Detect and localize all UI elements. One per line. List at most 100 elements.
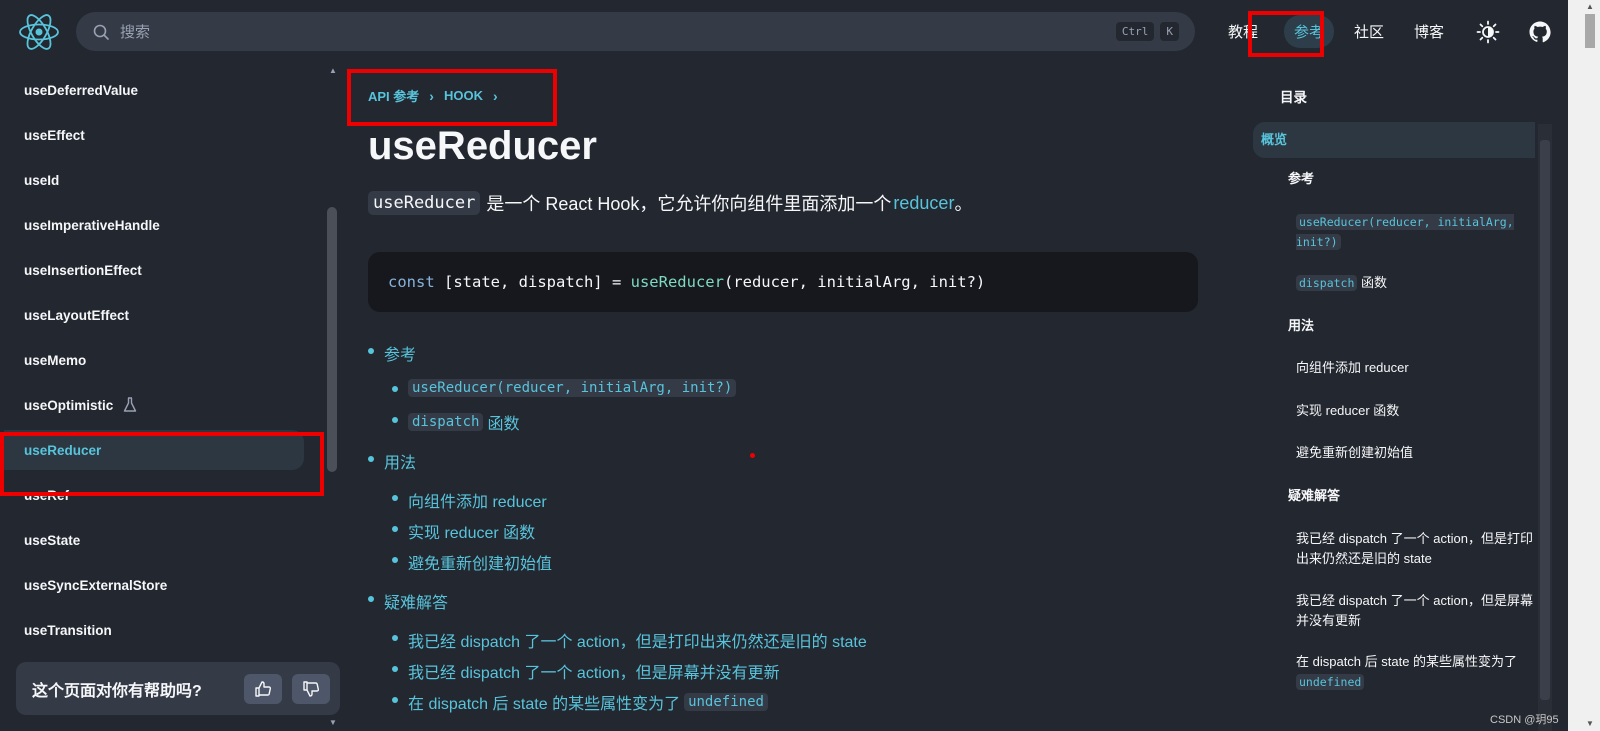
intro-code: useReducer	[368, 191, 481, 215]
bullet	[392, 417, 398, 423]
sidebar-item-usetransition[interactable]: useTransition	[4, 610, 304, 650]
sidebar-scrollbar[interactable]	[327, 207, 337, 472]
rtoc-overview[interactable]: 概览	[1253, 122, 1535, 158]
sidebar-item-usememo[interactable]: useMemo	[4, 340, 304, 380]
code-function: useReducer	[630, 273, 724, 291]
signature-code-block: const [state, dispatch] = useReducer (re…	[368, 252, 1198, 312]
toc-link-usage-1[interactable]: 向组件添加 reducer	[392, 488, 547, 512]
bullet	[392, 557, 398, 563]
rtoc-code: undefined	[1296, 674, 1365, 690]
nav-community[interactable]: 社区	[1354, 15, 1384, 48]
rtoc-usage-1[interactable]: 向组件添加 reducer	[1296, 358, 1409, 378]
rtoc-usage-2[interactable]: 实现 reducer 函数	[1296, 401, 1399, 421]
intro-paragraph: useReducer 是一个 React Hook，它允许你向组件里面添加一个 …	[368, 190, 972, 216]
rtoc-label: 在 dispatch 后 state 的某些属性变为了	[1296, 654, 1518, 669]
rtoc-reference[interactable]: 参考	[1288, 169, 1314, 189]
search-input[interactable]: 搜索 Ctrl K	[76, 12, 1195, 51]
main-content: API 参考 › HOOK › useReducer useReducer 是一…	[340, 62, 1240, 731]
toc-link-signature[interactable]: useReducer(reducer, initialArg, init?)	[392, 379, 740, 397]
feedback-panel: 这个页面对你有帮助吗?	[16, 662, 340, 715]
bullet	[392, 526, 398, 532]
bullet	[392, 666, 398, 672]
sidebar-item-useid[interactable]: useId	[4, 160, 304, 200]
toc-link-dispatch[interactable]: dispatch 函数	[392, 410, 519, 434]
sidebar-scroll-up-icon[interactable]: ▲	[329, 66, 337, 75]
toc-link-label: 我已经 dispatch 了一个 action，但是打印出来仍然还是旧的 sta…	[408, 634, 867, 651]
thumbs-down-button[interactable]	[292, 673, 330, 704]
toc-link-label: 实现 reducer 函数	[408, 525, 536, 542]
shortcut-k: K	[1160, 22, 1179, 41]
bullet	[368, 456, 374, 462]
feedback-question: 这个页面对你有帮助吗?	[32, 682, 202, 700]
rtoc-usage[interactable]: 用法	[1288, 316, 1314, 336]
toc-link-code: useReducer(reducer, initialArg, init?)	[408, 379, 737, 397]
bullet	[392, 386, 398, 392]
toc-link-trouble-1[interactable]: 我已经 dispatch 了一个 action，但是打印出来仍然还是旧的 sta…	[392, 628, 867, 652]
sidebar-scroll-down-icon[interactable]: ▼	[329, 718, 337, 727]
rtoc-trouble-1[interactable]: 我已经 dispatch 了一个 action，但是打印出来仍然还是旧的 sta…	[1296, 529, 1536, 569]
toc-link-usage-3[interactable]: 避免重新创建初始值	[392, 550, 553, 574]
rtoc-trouble-3[interactable]: 在 dispatch 后 state 的某些属性变为了 undefined	[1296, 652, 1536, 692]
toc-link-label: 在 dispatch 后 state 的某些属性变为了	[408, 696, 681, 713]
sidebar-item-uselayouteffect[interactable]: useLayoutEffect	[4, 295, 304, 335]
sidebar-item-usesyncexternalstore[interactable]: useSyncExternalStore	[4, 565, 304, 605]
thumbs-up-button[interactable]	[244, 673, 282, 704]
code-args: (reducer, initialArg, init?)	[723, 273, 986, 291]
bullet	[368, 348, 374, 354]
toc-link-label: 向组件添加 reducer	[408, 494, 547, 511]
sidebar-item-useeffect[interactable]: useEffect	[4, 115, 304, 155]
highlight-box-sidebar	[0, 432, 324, 496]
toc-scrollbar[interactable]	[1538, 124, 1552, 731]
toc-link-usage-2[interactable]: 实现 reducer 函数	[392, 519, 536, 543]
toc-link-label: 我已经 dispatch 了一个 action，但是屏幕并没有更新	[408, 665, 780, 682]
rtoc-usage-3[interactable]: 避免重新创建初始值	[1296, 443, 1413, 463]
sidebar-item-useimperativehandle[interactable]: useImperativeHandle	[4, 205, 304, 245]
highlight-box-breadcrumb	[347, 69, 557, 126]
watermark: CSDN @玥95	[1490, 714, 1559, 726]
search-placeholder: 搜索	[120, 24, 151, 41]
reducer-link[interactable]: reducer	[893, 193, 954, 214]
top-nav: 搜索 Ctrl K 教程 参考 社区 博客	[0, 0, 1568, 62]
intro-end: 。	[954, 194, 973, 214]
bullet	[392, 635, 398, 641]
toc-link-code: dispatch	[408, 413, 484, 431]
rtoc-code: dispatch	[1296, 275, 1358, 291]
highlight-box-nav	[1248, 11, 1324, 57]
toc-link-trouble-2[interactable]: 我已经 dispatch 了一个 action，但是屏幕并没有更新	[392, 659, 780, 683]
theme-toggle-icon[interactable]	[1476, 20, 1500, 44]
toc-link-usage[interactable]: 用法	[368, 449, 417, 473]
red-dot-marker	[750, 453, 755, 458]
nav-blog[interactable]: 博客	[1414, 15, 1444, 48]
scroll-up-arrow-icon[interactable]: ▲	[1586, 2, 1594, 11]
toc-link-label: 避免重新创建初始值	[408, 556, 553, 573]
thumbs-down-icon	[303, 680, 320, 697]
sidebar-item-usedeferredvalue[interactable]: useDeferredValue	[4, 70, 304, 110]
sidebar-item-label: useOptimistic	[24, 397, 114, 413]
rtoc-dispatch[interactable]: dispatch 函数	[1296, 273, 1387, 293]
sidebar-item-useinsertioneffect[interactable]: useInsertionEffect	[4, 250, 304, 290]
bullet	[392, 697, 398, 703]
rtoc-trouble-2[interactable]: 我已经 dispatch 了一个 action，但是屏幕并没有更新	[1296, 591, 1536, 631]
sidebar: useDeferredValue useEffect useId useImpe…	[0, 62, 334, 731]
toc-link-label: 用法	[384, 455, 417, 472]
scroll-down-arrow-icon[interactable]: ▼	[1586, 719, 1594, 728]
code-keyword: const	[388, 273, 435, 291]
toc-heading: 目录	[1280, 90, 1307, 105]
toc-link-reference[interactable]: 参考	[368, 341, 416, 365]
page-scrollbar[interactable]: ▲ ▼	[1568, 0, 1600, 731]
sidebar-item-useoptimistic[interactable]: useOptimistic	[4, 385, 304, 425]
code-left: [state, dispatch] =	[434, 273, 631, 291]
toc-link-trouble-3[interactable]: 在 dispatch 后 state 的某些属性变为了 undefined	[392, 690, 772, 714]
bullet	[392, 495, 398, 501]
rtoc-label: 函数	[1361, 275, 1388, 290]
toc-link-troubleshooting[interactable]: 疑难解答	[368, 589, 448, 613]
sidebar-item-usestate[interactable]: useState	[4, 520, 304, 560]
page-scrollbar-thumb[interactable]	[1585, 14, 1595, 48]
rtoc-troubleshooting[interactable]: 疑难解答	[1288, 486, 1340, 506]
rtoc-code: useReducer(reducer, initialArg, init?)	[1296, 214, 1514, 250]
search-icon	[93, 24, 109, 40]
github-icon[interactable]	[1528, 20, 1552, 44]
react-logo-icon[interactable]	[18, 11, 60, 53]
rtoc-signature[interactable]: useReducer(reducer, initialArg, init?)	[1296, 212, 1536, 252]
toc-scrollbar-thumb[interactable]	[1540, 140, 1550, 700]
